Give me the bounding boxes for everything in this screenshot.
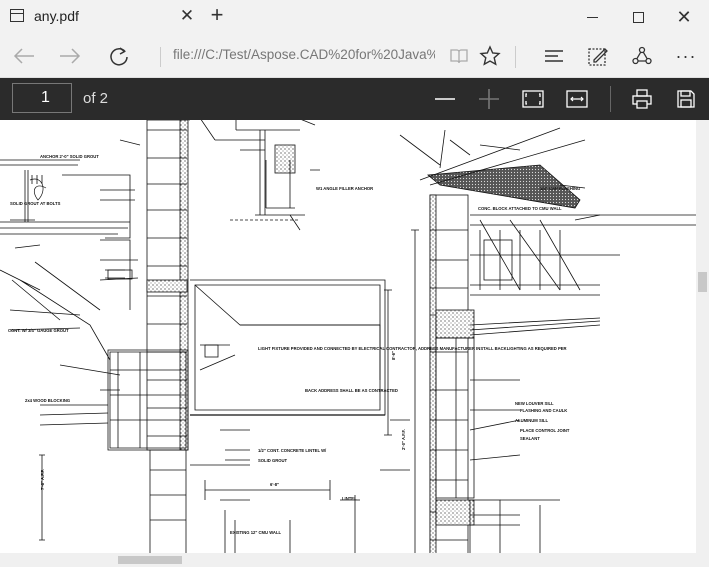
close-icon: ✕: [676, 7, 692, 27]
page-number-input[interactable]: [12, 83, 72, 113]
browser-tab[interactable]: any.pdf ✕: [0, 0, 200, 34]
svg-text:7'-8" A.F.F.: 7'-8" A.F.F.: [40, 469, 45, 490]
back-button[interactable]: [8, 40, 40, 72]
svg-text:NEW LOUVER SILL: NEW LOUVER SILL: [515, 401, 554, 406]
fit-page-icon: [522, 90, 544, 108]
svg-text:CONT. W/ 3/4" GAUGE GROUT: CONT. W/ 3/4" GAUGE GROUT: [8, 328, 69, 333]
address-input[interactable]: file:///C:/Test/Aspose.CAD%20for%20Java%…: [160, 47, 435, 67]
zoom-in-button[interactable]: [473, 83, 505, 115]
title-bar: any.pdf ✕ + ✕: [0, 0, 709, 34]
fit-width-icon: [566, 90, 588, 108]
pdf-toolbar-divider: [610, 86, 611, 112]
hub-icon: [545, 50, 563, 62]
svg-text:SOLID GROUT AT BOLTS: SOLID GROUT AT BOLTS: [10, 201, 61, 206]
zoom-out-button[interactable]: [429, 83, 461, 115]
svg-text:SEALANT: SEALANT: [520, 436, 540, 441]
page-count-label: of 2: [83, 90, 109, 107]
maximize-button[interactable]: [615, 0, 661, 34]
hub-button[interactable]: [538, 40, 570, 72]
svg-text:1/4" CAP FLASHING: 1/4" CAP FLASHING: [540, 186, 580, 191]
minimize-button[interactable]: [569, 0, 615, 34]
web-note-icon: [588, 48, 608, 66]
horizontal-scroll-thumb[interactable]: [118, 556, 182, 564]
svg-text:PLACE CONTROL JOINT: PLACE CONTROL JOINT: [520, 428, 570, 433]
page-icon: [10, 9, 24, 22]
svg-text:1/2" CONT. CONCRETE LINTEL W/: 1/2" CONT. CONCRETE LINTEL W/: [258, 448, 327, 453]
new-tab-button[interactable]: +: [206, 4, 228, 28]
share-button[interactable]: [626, 40, 658, 72]
web-note-button[interactable]: [582, 40, 614, 72]
svg-text:EXISTING 12" CMU WALL: EXISTING 12" CMU WALL: [230, 530, 282, 535]
scrollbar-corner: [696, 553, 709, 567]
tab-close-button[interactable]: ✕: [178, 6, 196, 26]
pdf-document-view[interactable]: ANCHOR 2'-0" SOLID GROUT SOLID GROUT AT …: [0, 120, 696, 553]
reading-view-button[interactable]: [443, 40, 475, 72]
forward-button[interactable]: [54, 40, 86, 72]
forward-arrow-icon: [60, 48, 81, 64]
zoom-in-icon: [479, 89, 499, 109]
more-button[interactable]: ···: [670, 40, 702, 72]
svg-text:2x4 WOOD BLOCKING: 2x4 WOOD BLOCKING: [25, 398, 70, 403]
svg-text:6'-8": 6'-8": [270, 482, 279, 487]
minimize-icon: [586, 16, 598, 18]
reading-view-icon: [450, 49, 468, 64]
pdf-toolbar: of 2: [0, 78, 709, 120]
favorite-button[interactable]: [474, 40, 506, 72]
cad-drawing: ANCHOR 2'-0" SOLID GROUT SOLID GROUT AT …: [0, 120, 696, 553]
zoom-out-icon: [435, 98, 455, 100]
print-icon: [632, 89, 652, 109]
close-window-button[interactable]: ✕: [661, 0, 707, 34]
vertical-scroll-thumb[interactable]: [698, 272, 707, 292]
more-icon: ···: [675, 45, 697, 66]
toolbar-divider: [515, 46, 516, 68]
svg-text:8'-6": 8'-6": [391, 351, 396, 360]
back-arrow-icon: [13, 48, 34, 64]
address-bar: file:///C:/Test/Aspose.CAD%20for%20Java%…: [0, 34, 709, 78]
svg-text:SOLID GROUT: SOLID GROUT: [258, 458, 288, 463]
svg-text:ALUMINUM SILL: ALUMINUM SILL: [515, 418, 548, 423]
svg-text:BACK ADDRESS SHALL BE AS CONTR: BACK ADDRESS SHALL BE AS CONTRACTED: [305, 388, 398, 393]
share-icon: [632, 46, 652, 65]
fit-width-button[interactable]: [561, 83, 593, 115]
svg-text:LINTEL: LINTEL: [342, 496, 357, 501]
svg-text:FLASHING AND CAULK: FLASHING AND CAULK: [520, 408, 567, 413]
maximize-icon: [632, 11, 644, 23]
favorite-star-icon: [479, 45, 501, 66]
svg-text:2'-0" A.F.F.: 2'-0" A.F.F.: [401, 429, 406, 450]
svg-text:W1 ANGLE FILLER ANCHOR: W1 ANGLE FILLER ANCHOR: [316, 186, 373, 191]
svg-text:LIGHT FIXTURE PROVIDED AND CON: LIGHT FIXTURE PROVIDED AND CONNECTED BY …: [258, 346, 567, 351]
refresh-button[interactable]: [103, 40, 135, 72]
save-button[interactable]: [670, 83, 702, 115]
svg-text:CONC. BLOCK ATTACHED TO CMU WA: CONC. BLOCK ATTACHED TO CMU WALL: [478, 206, 562, 211]
horizontal-scrollbar[interactable]: [0, 553, 696, 567]
fit-page-button[interactable]: [517, 83, 549, 115]
refresh-icon: [110, 47, 128, 66]
tab-title: any.pdf: [34, 8, 79, 24]
svg-text:ANCHOR 2'-0" SOLID GROUT: ANCHOR 2'-0" SOLID GROUT: [40, 154, 99, 159]
save-icon: [677, 90, 695, 108]
print-button[interactable]: [626, 83, 658, 115]
vertical-scrollbar[interactable]: [696, 120, 709, 553]
